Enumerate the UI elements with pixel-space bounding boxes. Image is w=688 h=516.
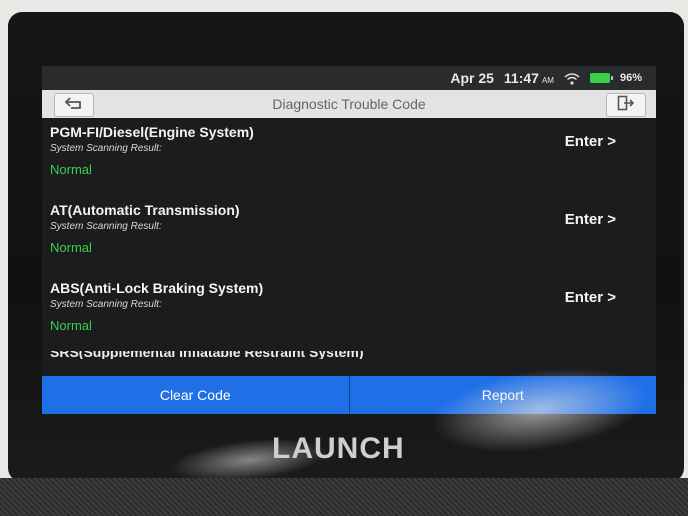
screen: Apr 25 11:47 AM 96% Diagnostic Trouble C… [42,66,656,414]
enter-button[interactable]: Enter > [565,133,616,150]
system-subtitle: System Scanning Result: [50,143,162,154]
enter-button[interactable]: Enter > [565,211,616,228]
partial-list-item: SRS(Supplemental Inflatable Restraint Sy… [50,351,364,359]
device-brand-logo: LAUNCH [272,432,405,465]
list-item: PGM-FI/Diesel(Engine System) System Scan… [42,118,656,196]
exit-button[interactable] [606,93,646,117]
device-grille [0,478,688,516]
page-title: Diagnostic Trouble Code [272,96,426,112]
battery-percentage: 96% [619,72,642,84]
status-date: Apr 25 [450,70,494,86]
title-bar: Diagnostic Trouble Code [42,90,656,118]
list-item: AT(Automatic Transmission) System Scanni… [42,196,656,274]
partial-system-name: SRS(Supplemental Inflatable Restraint Sy… [50,351,364,359]
enter-button[interactable]: Enter > [565,289,616,306]
exit-icon [617,95,635,116]
system-subtitle: System Scanning Result: [50,299,162,310]
system-name: AT(Automatic Transmission) [50,202,240,218]
status-time: 11:47 [503,70,539,86]
status-bar: Apr 25 11:47 AM 96% [42,66,656,90]
battery-icon [589,73,613,83]
clear-code-button[interactable]: Clear Code [42,376,349,414]
system-name: ABS(Anti-Lock Braking System) [50,280,264,296]
wifi-icon [564,72,580,85]
system-subtitle: System Scanning Result: [50,221,162,232]
system-name: PGM-FI/Diesel(Engine System) [50,124,254,140]
system-status: Normal [50,162,92,177]
system-status: Normal [50,318,92,333]
system-list: PGM-FI/Diesel(Engine System) System Scan… [42,118,656,359]
back-button[interactable] [54,93,94,117]
status-ampm: AM [541,76,554,85]
system-status: Normal [50,240,92,255]
list-item: ABS(Anti-Lock Braking System) System Sca… [42,274,656,352]
back-arrow-icon [64,96,84,115]
